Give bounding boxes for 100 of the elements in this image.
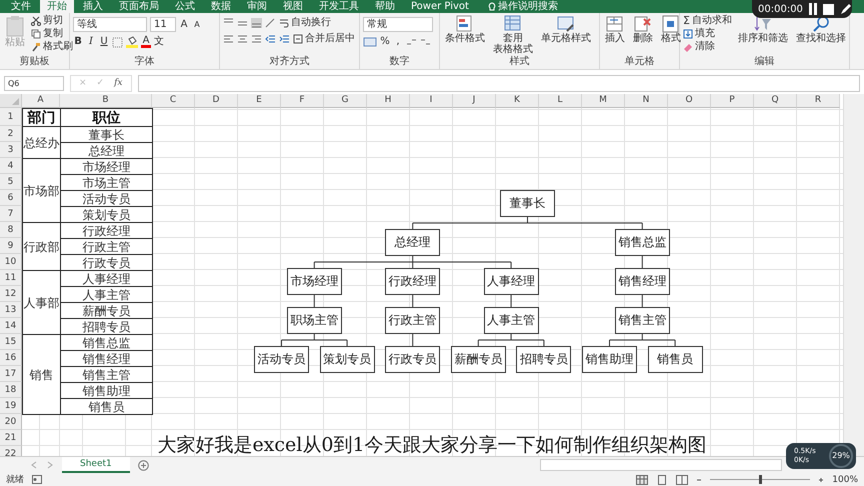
column-header[interactable]: N bbox=[625, 94, 668, 108]
row-number[interactable]: 2 bbox=[0, 126, 22, 142]
fill-button[interactable]: 填充 bbox=[683, 28, 732, 40]
ribbon-tab[interactable]: 数据 bbox=[204, 0, 238, 13]
sort-filter-button[interactable]: 排序和筛选 bbox=[736, 15, 790, 44]
row-number[interactable]: 14 bbox=[0, 318, 22, 334]
row-number[interactable]: 13 bbox=[0, 302, 22, 318]
page-layout-icon[interactable] bbox=[656, 474, 668, 484]
macro-record-icon[interactable] bbox=[32, 475, 42, 484]
clear-button[interactable]: 清除 bbox=[683, 41, 732, 53]
table-cell: 市场经理 bbox=[60, 158, 153, 175]
column-header[interactable]: B bbox=[60, 94, 152, 108]
autosum-button[interactable]: Σ 自动求和 bbox=[683, 15, 732, 27]
row-number[interactable]: 11 bbox=[0, 270, 22, 286]
column-header[interactable]: A bbox=[22, 94, 60, 108]
sheet-tab[interactable]: Sheet1 bbox=[62, 457, 130, 473]
stop-icon[interactable] bbox=[822, 4, 834, 14]
row-number[interactable]: 3 bbox=[0, 142, 22, 158]
underline-button[interactable]: U bbox=[99, 36, 109, 48]
row-number[interactable]: 20 bbox=[0, 414, 22, 430]
column-header[interactable]: E bbox=[238, 94, 281, 108]
font-color-button[interactable]: A bbox=[141, 36, 151, 48]
zoom-level[interactable]: 100% bbox=[832, 474, 858, 484]
row-number[interactable]: 10 bbox=[0, 254, 22, 270]
tell-me-search[interactable]: 操作说明搜索 bbox=[498, 0, 558, 13]
copy-button[interactable]: 复制 bbox=[31, 28, 73, 40]
row-number[interactable]: 9 bbox=[0, 238, 22, 254]
wrap-text-button[interactable]: 自动换行 bbox=[279, 17, 331, 29]
row-number[interactable]: 5 bbox=[0, 174, 22, 190]
column-header[interactable]: O bbox=[668, 94, 711, 108]
percent-button[interactable]: % bbox=[380, 36, 390, 48]
slider-thumb[interactable] bbox=[759, 475, 762, 484]
name-box[interactable]: Q6 bbox=[4, 76, 64, 90]
ribbon-tab[interactable]: Power Pivot bbox=[404, 0, 476, 13]
find-select-button[interactable]: 查找和选择 bbox=[794, 15, 848, 44]
row-number[interactable]: 18 bbox=[0, 382, 22, 398]
row-number[interactable]: 16 bbox=[0, 350, 22, 366]
delete-cells-button[interactable]: 删除 bbox=[631, 15, 655, 44]
ribbon-tab[interactable]: 帮助 bbox=[368, 0, 402, 13]
row-number[interactable]: 4 bbox=[0, 158, 22, 174]
add-sheet-icon[interactable] bbox=[138, 460, 149, 470]
italic-button[interactable]: I bbox=[86, 36, 96, 48]
row-number[interactable]: 17 bbox=[0, 366, 22, 382]
ribbon-tab[interactable]: 视图 bbox=[276, 0, 310, 13]
column-header[interactable]: Q bbox=[754, 94, 797, 108]
ribbon-tab[interactable]: 插入 bbox=[76, 0, 110, 13]
ribbon-tab[interactable]: 页面布局 bbox=[112, 0, 166, 13]
connector-line bbox=[478, 334, 544, 346]
ribbon-tab[interactable]: 审阅 bbox=[240, 0, 274, 13]
phonetic-button[interactable]: 文 bbox=[154, 36, 164, 48]
eraser-icon bbox=[683, 42, 693, 52]
formula-input[interactable] bbox=[138, 74, 860, 92]
row-number[interactable]: 21 bbox=[0, 430, 22, 446]
font-name-dropdown[interactable]: 等线 bbox=[73, 17, 147, 32]
column-header[interactable]: P bbox=[711, 94, 754, 108]
row-number[interactable]: 6 bbox=[0, 190, 22, 206]
column-header[interactable]: R bbox=[797, 94, 840, 108]
ribbon-tab[interactable]: 文件 bbox=[4, 0, 38, 13]
column-header[interactable]: L bbox=[539, 94, 582, 108]
font-size-dropdown[interactable]: 11 bbox=[150, 17, 176, 32]
row-number[interactable]: 19 bbox=[0, 398, 22, 414]
horizontal-scrollbar[interactable] bbox=[540, 459, 782, 471]
row-number[interactable]: 12 bbox=[0, 286, 22, 302]
column-header[interactable]: I bbox=[410, 94, 453, 108]
page-break-icon[interactable] bbox=[676, 474, 688, 484]
row-number[interactable]: 1 bbox=[0, 108, 22, 126]
column-header[interactable]: J bbox=[453, 94, 496, 108]
column-header[interactable]: M bbox=[582, 94, 625, 108]
ribbon-tab[interactable]: 开始 bbox=[40, 0, 74, 13]
row-number[interactable]: 15 bbox=[0, 334, 22, 350]
column-header[interactable]: C bbox=[152, 94, 195, 108]
org-chart-node: 市场经理 bbox=[286, 268, 342, 295]
ribbon-tab[interactable]: 开发工具 bbox=[312, 0, 366, 13]
column-header[interactable]: D bbox=[195, 94, 238, 108]
cut-button[interactable]: 剪切 bbox=[31, 15, 73, 27]
row-number[interactable]: 8 bbox=[0, 222, 22, 238]
column-header[interactable]: H bbox=[367, 94, 410, 108]
number-format-dropdown[interactable]: 常规 bbox=[363, 17, 433, 32]
row-number[interactable]: 22 bbox=[0, 446, 22, 456]
increase-font-button[interactable]: A bbox=[179, 18, 189, 30]
column-header[interactable]: G bbox=[324, 94, 367, 108]
conditional-format-button[interactable]: 条件格式 bbox=[443, 15, 487, 44]
decrease-font-button[interactable]: A bbox=[192, 18, 202, 30]
insert-cells-button[interactable]: 插入 bbox=[603, 15, 627, 44]
ribbon-tab[interactable]: 公式 bbox=[168, 0, 202, 13]
format-painter-button[interactable]: 格式刷 bbox=[31, 41, 73, 53]
merge-center-button[interactable]: 合并后居中 bbox=[293, 33, 355, 45]
column-header[interactable]: K bbox=[496, 94, 539, 108]
org-chart-node: 行政专员 bbox=[385, 346, 440, 373]
comma-button[interactable]: , bbox=[393, 36, 403, 48]
column-header[interactable]: F bbox=[281, 94, 324, 108]
pause-icon[interactable] bbox=[808, 3, 817, 15]
normal-view-icon[interactable] bbox=[636, 474, 648, 484]
bold-button[interactable]: B bbox=[73, 36, 83, 48]
sort-filter-icon bbox=[754, 15, 772, 33]
row-number[interactable]: 7 bbox=[0, 206, 22, 222]
cell-styles-button[interactable]: 单元格样式 bbox=[539, 15, 593, 44]
format-as-table-button[interactable]: 套用 表格格式 bbox=[491, 15, 535, 55]
insert-function-button[interactable]: fx bbox=[114, 78, 123, 88]
format-cells-button[interactable]: 格式 bbox=[659, 15, 683, 44]
